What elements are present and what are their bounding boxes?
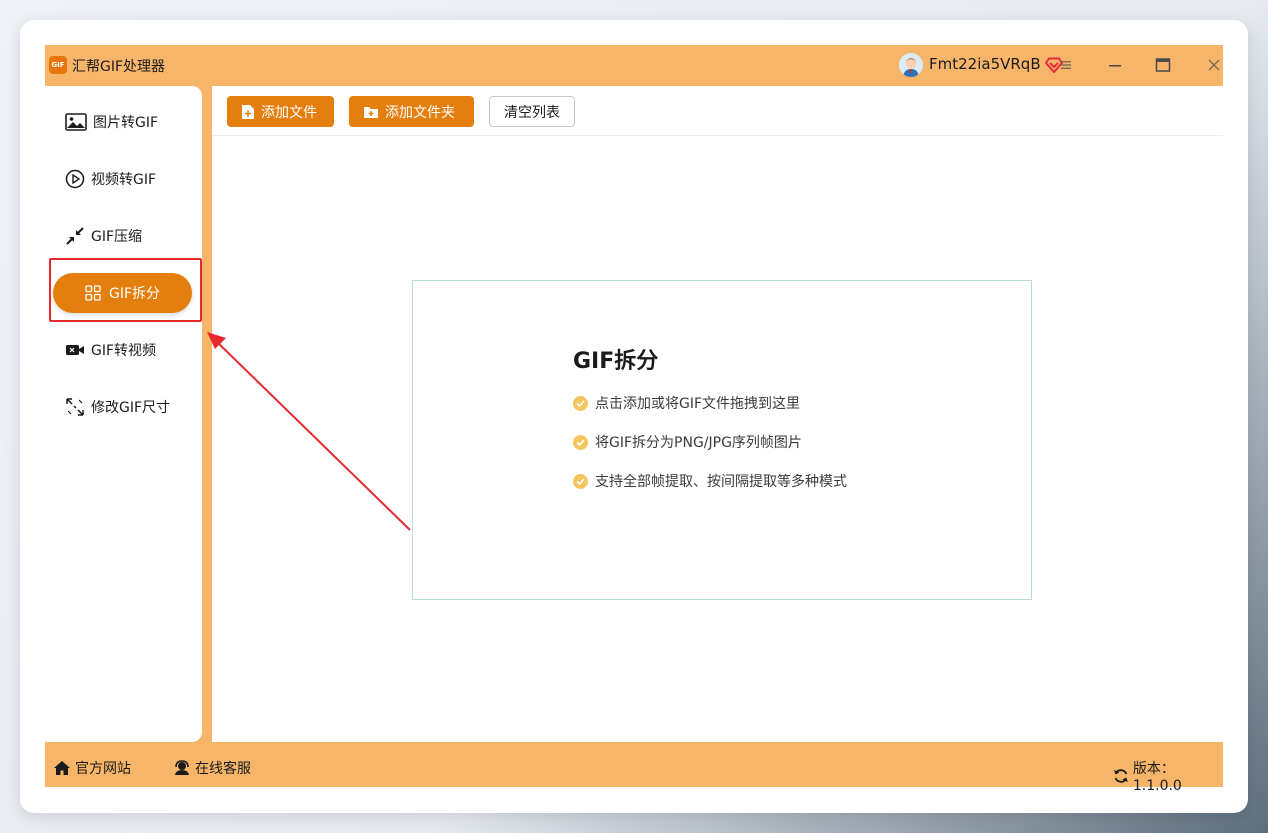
headset-icon [175, 760, 189, 775]
footer-bar: 官方网站 在线客服 版本：1.1.0.0 [45, 742, 1223, 794]
sidebar: 图片转GIF 视频转GIF GIF压缩 GIF拆分 GIF转视频 修改GIF尺寸 [45, 86, 202, 742]
add-file-button[interactable]: 添加文件 [227, 96, 334, 127]
clear-list-label: 清空列表 [504, 104, 560, 121]
home-icon [54, 761, 70, 775]
online-support-link[interactable]: 在线客服 [173, 758, 251, 778]
user-avatar[interactable] [899, 53, 923, 77]
add-file-label: 添加文件 [261, 104, 317, 121]
menu-icon[interactable] [1059, 58, 1073, 72]
sidebar-item-gif-compress[interactable]: GIF压缩 [65, 224, 142, 248]
tip-item: 支持全部帧提取、按间隔提取等多种模式 [573, 471, 847, 491]
tip-text: 支持全部帧提取、按间隔提取等多种模式 [595, 474, 847, 490]
toolbar: 添加文件 添加文件夹 清空列表 [212, 86, 1223, 136]
refresh-icon [1113, 769, 1128, 783]
image-icon [65, 113, 87, 131]
compress-icon [66, 227, 84, 245]
official-website-label: 官方网站 [75, 761, 131, 777]
sidebar-item-video-to-gif[interactable]: 视频转GIF [65, 167, 156, 191]
tip-item: 将GIF拆分为PNG/JPG序列帧图片 [573, 432, 802, 452]
close-icon[interactable] [1206, 57, 1222, 73]
version-info[interactable]: 版本：1.1.0.0 [1113, 758, 1223, 794]
sidebar-item-label: 图片转GIF [93, 115, 159, 131]
minimize-icon[interactable] [1107, 55, 1123, 75]
play-circle-icon [65, 169, 85, 189]
clear-list-button[interactable]: 清空列表 [489, 96, 575, 127]
tip-text: 点击添加或将GIF文件拖拽到这里 [595, 396, 801, 412]
resize-icon [66, 398, 84, 416]
grid-icon [85, 285, 101, 301]
version-label: 版本：1.1.0.0 [1132, 761, 1182, 794]
sidebar-item-gif-to-video[interactable]: GIF转视频 [65, 338, 156, 362]
title-bar: GIF 汇帮GIF处理器 Fmt22ia5VRqB [45, 45, 1223, 86]
check-icon [573, 473, 588, 489]
folder-add-icon [364, 106, 378, 118]
drop-zone[interactable]: GIF拆分 点击添加或将GIF文件拖拽到这里 将GIF拆分为PNG/JPG序列帧… [412, 280, 1032, 600]
add-folder-label: 添加文件夹 [385, 104, 455, 121]
app-window: GIF 汇帮GIF处理器 Fmt22ia5VRqB 图片转GIF 视频转GIF … [45, 45, 1223, 794]
main-panel: 添加文件 添加文件夹 清空列表 GIF拆分 点击添加或将GIF文件拖拽到这里 将… [212, 86, 1223, 742]
file-add-icon [242, 104, 254, 119]
app-logo: GIF [49, 56, 67, 74]
sidebar-item-label: GIF拆分 [108, 286, 161, 302]
sidebar-item-image-to-gif[interactable]: 图片转GIF [65, 110, 158, 134]
avatar-icon [899, 53, 923, 77]
sidebar-item-gif-split[interactable]: GIF拆分 [53, 273, 192, 313]
sidebar-item-resize-gif[interactable]: 修改GIF尺寸 [65, 395, 170, 419]
add-folder-button[interactable]: 添加文件夹 [349, 96, 474, 127]
check-icon [573, 434, 588, 450]
online-support-label: 在线客服 [195, 761, 251, 777]
official-website-link[interactable]: 官方网站 [53, 758, 131, 778]
sidebar-item-label: GIF压缩 [91, 229, 143, 245]
app-title: 汇帮GIF处理器 [72, 59, 166, 75]
drop-zone-title: GIF拆分 [573, 349, 659, 374]
maximize-icon[interactable] [1155, 57, 1171, 73]
video-camera-icon [66, 345, 84, 355]
sidebar-item-label: 视频转GIF [91, 172, 157, 188]
tip-text: 将GIF拆分为PNG/JPG序列帧图片 [595, 435, 802, 451]
check-icon [573, 395, 588, 411]
user-name[interactable]: Fmt22ia5VRqB [929, 55, 1041, 73]
sidebar-item-label: 修改GIF尺寸 [91, 400, 171, 416]
tip-item: 点击添加或将GIF文件拖拽到这里 [573, 393, 800, 413]
sidebar-item-label: GIF转视频 [91, 343, 157, 359]
